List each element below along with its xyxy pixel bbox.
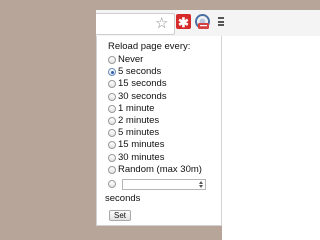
interval-option[interactable]: 1 minute	[108, 103, 220, 115]
radio-button[interactable]	[108, 141, 116, 150]
option-label: 2 minutes	[118, 115, 160, 127]
radio-custom[interactable]	[108, 180, 116, 189]
set-button[interactable]: Set	[109, 209, 132, 221]
option-label: Never	[118, 54, 144, 66]
option-label: 15 minutes	[118, 139, 165, 151]
interval-option[interactable]: 2 minutes	[108, 115, 220, 127]
custom-interval-input[interactable]	[123, 185, 205, 195]
option-label: 5 seconds	[118, 66, 162, 78]
interval-option[interactable]: 5 minutes	[108, 127, 220, 139]
radio-button[interactable]	[108, 165, 116, 174]
stepper-down-icon[interactable]	[199, 184, 203, 188]
menu-icon[interactable]	[218, 17, 224, 26]
radio-button[interactable]	[108, 153, 116, 162]
custom-interval-row	[108, 177, 220, 195]
popup-content: Reload page every: Never 5 seconds 15 seco…	[105, 41, 220, 223]
red-extension-icon[interactable]: ✱	[176, 14, 191, 30]
option-label: 30 seconds	[118, 90, 167, 102]
radio-button[interactable]	[108, 80, 116, 89]
interval-option[interactable]: 30 seconds	[108, 91, 220, 103]
radio-button[interactable]	[108, 56, 116, 65]
page-background	[222, 36, 320, 240]
star-icon[interactable]: ☆	[155, 16, 168, 32]
radio-button[interactable]	[108, 68, 116, 77]
reload-extension-icon[interactable]	[194, 13, 211, 30]
radio-button[interactable]	[108, 117, 116, 126]
interval-option[interactable]: Random (max 30m)	[108, 164, 220, 176]
interval-options: Never 5 seconds 15 seconds 30 seconds 1 minu…	[108, 54, 220, 176]
custom-interval-field	[122, 178, 206, 195]
interval-option[interactable]: 15 seconds	[108, 78, 220, 90]
radio-button[interactable]	[108, 129, 116, 138]
option-label: 5 minutes	[118, 127, 160, 139]
interval-option[interactable]: 30 minutes	[108, 152, 220, 164]
option-label: Random (max 30m)	[118, 163, 202, 175]
reload-popup: Reload page every: Never 5 seconds 15 seco…	[96, 36, 222, 226]
number-stepper[interactable]	[198, 180, 204, 188]
popup-title: Reload page every:	[108, 41, 191, 52]
option-label: 1 minute	[118, 102, 155, 114]
stepper-up-icon[interactable]	[199, 180, 203, 184]
address-bar[interactable]: ☆	[96, 13, 175, 35]
browser-toolbar: ☆ ✱	[96, 10, 320, 37]
interval-option[interactable]: Never	[108, 54, 220, 66]
interval-option[interactable]: 15 minutes	[108, 139, 220, 151]
radio-button[interactable]	[108, 104, 116, 113]
interval-option[interactable]: 5 seconds	[108, 66, 220, 78]
reload-icon	[195, 14, 210, 29]
option-label: 15 seconds	[118, 78, 167, 90]
radio-button[interactable]	[108, 92, 116, 101]
option-label: 30 minutes	[118, 151, 165, 163]
